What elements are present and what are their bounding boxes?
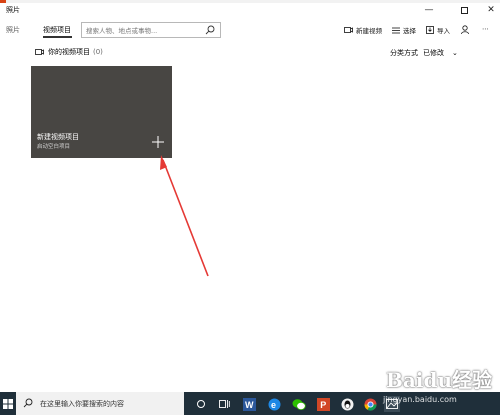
section-header: 你的视频项目 (0) xyxy=(35,47,103,57)
video-edit-icon xyxy=(344,27,353,33)
taskbar-search[interactable]: 在这里输入你要搜索的内容 xyxy=(16,392,184,415)
import-button[interactable]: 导入 xyxy=(426,25,450,35)
maximize-icon xyxy=(460,6,468,14)
chevron-down-icon[interactable]: ⌄ xyxy=(452,49,458,57)
project-count: (0) xyxy=(93,48,103,56)
svg-text:P: P xyxy=(320,400,326,410)
windows-logo-icon xyxy=(3,398,13,409)
more-icon: ⋯ xyxy=(482,25,489,33)
svg-text:e: e xyxy=(271,400,276,410)
person-icon xyxy=(461,25,469,34)
taskbar-search-text: 在这里输入你要搜索的内容 xyxy=(40,400,124,408)
tile-subtitle: 启动空白项目 xyxy=(37,144,71,150)
chrome-icon[interactable] xyxy=(362,396,378,412)
word-icon[interactable]: W xyxy=(241,396,257,412)
close-button[interactable]: ✕ xyxy=(478,3,500,17)
app-title: 照片 xyxy=(6,6,20,14)
minimize-button[interactable]: — xyxy=(416,3,442,17)
baidu-watermark: Baidu经验 xyxy=(386,364,492,393)
sort-label: 分类方式 xyxy=(390,49,418,57)
title-bar: 照片 — ✕ xyxy=(0,3,500,17)
wechat-icon[interactable] xyxy=(291,396,307,412)
svg-text:W: W xyxy=(245,400,254,410)
video-projects-icon xyxy=(35,49,44,55)
powerpoint-icon[interactable]: P xyxy=(315,396,331,412)
more-options-button[interactable]: ⋯ xyxy=(482,25,489,33)
search-box[interactable] xyxy=(81,22,221,38)
select-list-icon xyxy=(392,27,400,33)
tab-video-projects[interactable]: 视频项目 xyxy=(43,25,71,35)
search-icon[interactable] xyxy=(205,25,215,35)
maximize-button[interactable] xyxy=(451,3,477,17)
new-video-button[interactable]: 新建视频 xyxy=(344,25,382,35)
annotation-arrow xyxy=(160,155,209,277)
tab-photos[interactable]: 照片 xyxy=(6,25,20,35)
plus-icon[interactable] xyxy=(151,135,165,149)
search-icon xyxy=(23,398,33,408)
watermark-brand: Baidu经验 xyxy=(386,368,492,392)
sort-value[interactable]: 已修改 xyxy=(423,48,444,58)
qq-icon[interactable] xyxy=(339,396,355,412)
select-label: 选择 xyxy=(403,27,416,35)
watermark-url: jingyan.baidu.com xyxy=(383,395,457,404)
select-button[interactable]: 选择 xyxy=(392,25,416,35)
import-label: 导入 xyxy=(437,27,450,35)
section-title: 你的视频项目 xyxy=(48,48,90,56)
sort-control[interactable]: 分类方式 已修改 ⌄ xyxy=(390,48,458,58)
cortana-icon[interactable] xyxy=(193,396,209,412)
new-video-label: 新建视频 xyxy=(356,27,382,35)
tab-selected-indicator xyxy=(43,36,72,38)
start-button[interactable] xyxy=(0,392,16,415)
nav-bar: 照片 视频项目 新建视频 选择 导入 xyxy=(0,17,500,43)
edge-icon[interactable]: e xyxy=(266,396,282,412)
account-button[interactable] xyxy=(461,25,472,34)
new-video-project-tile[interactable]: 新建视频项目 启动空白项目 xyxy=(31,66,172,158)
task-view-icon[interactable] xyxy=(216,396,232,412)
tile-title: 新建视频项目 xyxy=(37,133,79,141)
search-input[interactable] xyxy=(86,25,204,36)
import-icon xyxy=(426,26,434,34)
